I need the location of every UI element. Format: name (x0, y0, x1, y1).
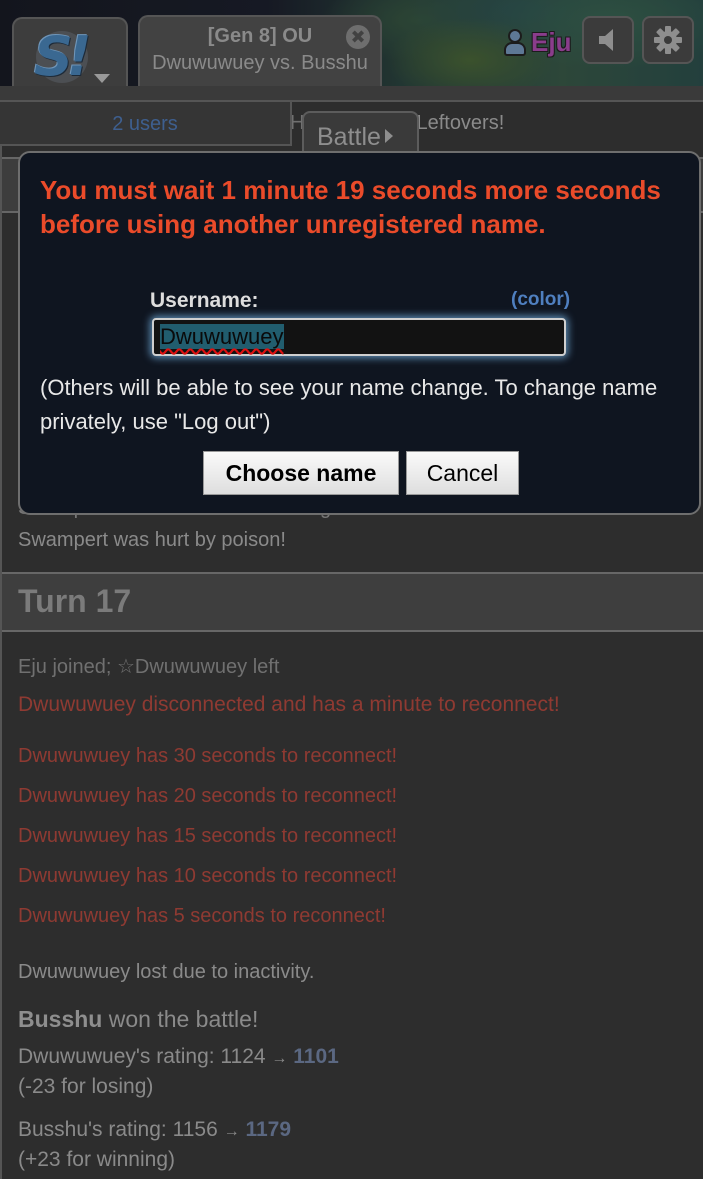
tab-strip-divider (0, 86, 703, 102)
sound-button[interactable] (582, 16, 634, 64)
winner-name: Busshu (18, 1006, 103, 1032)
new-rating: 1101 (293, 1045, 339, 1068)
log-line-join: Eju joined; ☆Dwuwuwuey left (18, 656, 280, 678)
userlist-toggle[interactable]: 2 users (0, 102, 292, 146)
cancel-button[interactable]: Cancel (406, 451, 519, 495)
user-button[interactable]: Eju (503, 25, 571, 59)
choose-name-button[interactable]: Choose name (203, 451, 399, 495)
chevron-right-icon (384, 129, 393, 143)
room-tab-matchup: Dwuwuwuey vs. Busshu (152, 52, 368, 74)
battle-button-label: Battle (317, 123, 381, 151)
username-display: Eju (531, 26, 572, 57)
log-line-poison: Swampert was hurt by poison! (18, 529, 286, 551)
error-message: You must wait 1 minute 19 seconds more s… (40, 175, 661, 239)
log-line-disconnect: Dwuwuwuey disconnected and has a minute … (18, 693, 560, 716)
turn-header: Turn 17 (2, 572, 703, 632)
username-label: Username: (150, 289, 259, 312)
log-line-rating-loser-change: (-23 for losing) (18, 1075, 154, 1098)
new-rating: 1179 (245, 1118, 291, 1141)
battle-room-tab[interactable]: [Gen 8] OU Dwuwuwuey vs. Busshu ✖ (138, 15, 382, 89)
arrow-right-icon: → (271, 1050, 288, 1067)
username-input[interactable]: Dwuwuwuey (152, 318, 566, 356)
settings-button[interactable] (642, 16, 694, 64)
name-change-note: (Others will be able to see your name ch… (40, 375, 658, 434)
log-line-reconnect: Dwuwuwuey has 5 seconds to reconnect! (18, 905, 386, 927)
room-tab-format: [Gen 8] OU (207, 25, 313, 47)
log-line-reconnect: Dwuwuwuey has 30 seconds to reconnect! (18, 745, 398, 767)
log-line-reconnect: Dwuwuwuey has 10 seconds to reconnect! (18, 865, 398, 887)
close-icon[interactable]: ✖ (346, 25, 370, 49)
user-icon (503, 27, 527, 57)
showdown-logo-icon: S! (34, 25, 91, 88)
log-line-rating-loser: Dwuwuwuey's rating: 1124 → 1101 (18, 1045, 339, 1068)
arrow-right-icon: → (223, 1123, 240, 1140)
sound-icon (599, 29, 613, 51)
username-input-value: Dwuwuwuey (160, 324, 284, 349)
log-line-inactivity: Dwuwuwuey lost due to inactivity. (18, 961, 315, 983)
chevron-down-icon (94, 74, 110, 83)
log-line-winner: Busshu won the battle! (18, 1006, 259, 1032)
gear-icon (654, 26, 682, 54)
log-line-reconnect: Dwuwuwuey has 15 seconds to reconnect! (18, 825, 398, 847)
turn-label: Turn 17 (18, 583, 132, 619)
main-menu-tab[interactable]: S! (12, 17, 128, 89)
log-line-rating-winner: Busshu's rating: 1156 → 1179 (18, 1118, 291, 1141)
change-name-dialog: You must wait 1 minute 19 seconds more s… (18, 151, 701, 515)
log-line-rating-winner-change: (+23 for winning) (18, 1148, 175, 1171)
log-line-reconnect: Dwuwuwuey has 20 seconds to reconnect! (18, 785, 398, 807)
color-link[interactable]: (color) (511, 289, 570, 311)
